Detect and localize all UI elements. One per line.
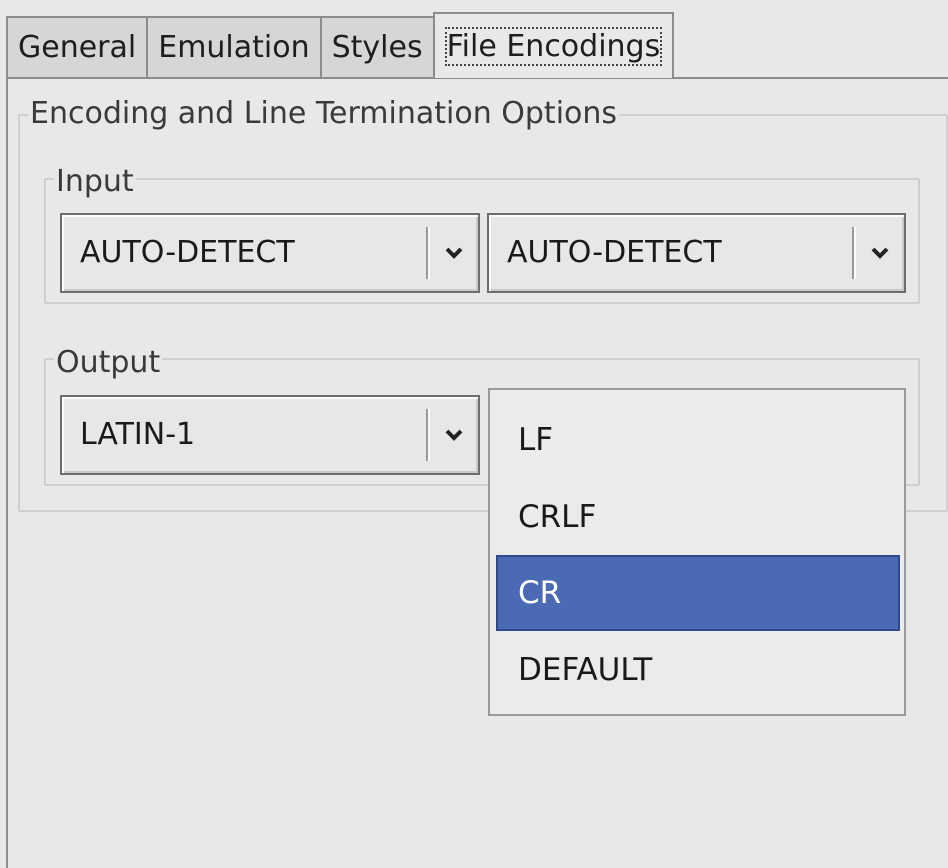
combo-separator [426, 227, 428, 279]
input-line-termination-value: AUTO-DETECT [507, 235, 722, 270]
encoding-options-group-title: Encoding and Line Termination Options [28, 96, 620, 131]
tab-label: Emulation [158, 30, 310, 65]
combo-separator [852, 227, 854, 279]
output-group-title: Output [54, 345, 163, 380]
dropdown-option-lf[interactable]: LF [496, 402, 900, 478]
dropdown-option-label: CR [518, 575, 562, 611]
chevron-down-icon [445, 429, 463, 441]
tab-label: Styles [331, 30, 423, 65]
dropdown-option-label: LF [518, 422, 554, 458]
tab-bar: General Emulation Styles File Encodings [6, 12, 675, 78]
input-encoding-value: AUTO-DETECT [80, 235, 295, 270]
input-line-termination-select[interactable]: AUTO-DETECT [487, 213, 906, 293]
dropdown-option-label: CRLF [518, 499, 597, 535]
tab-label: General [18, 30, 137, 65]
output-encoding-value: LATIN-1 [80, 417, 196, 452]
dropdown-option-cr[interactable]: CR [496, 555, 900, 631]
dropdown-option-crlf[interactable]: CRLF [496, 479, 900, 555]
output-encoding-select[interactable]: LATIN-1 [60, 395, 480, 475]
dropdown-option-label: DEFAULT [518, 652, 653, 688]
combo-separator [426, 409, 428, 461]
tab-emulation[interactable]: Emulation [146, 16, 322, 78]
chevron-down-icon [445, 247, 463, 259]
dropdown-option-default[interactable]: DEFAULT [496, 632, 900, 708]
output-line-termination-dropdown: LF CRLF CR DEFAULT [488, 388, 906, 716]
input-group-title: Input [54, 164, 136, 199]
chevron-down-icon [871, 247, 889, 259]
tab-file-encodings[interactable]: File Encodings [432, 12, 675, 78]
preferences-panel: General Emulation Styles File Encodings … [0, 0, 948, 868]
input-encoding-select[interactable]: AUTO-DETECT [60, 213, 480, 293]
tab-styles[interactable]: Styles [319, 16, 435, 78]
tab-general[interactable]: General [6, 16, 149, 78]
tab-label: File Encodings [444, 27, 663, 66]
